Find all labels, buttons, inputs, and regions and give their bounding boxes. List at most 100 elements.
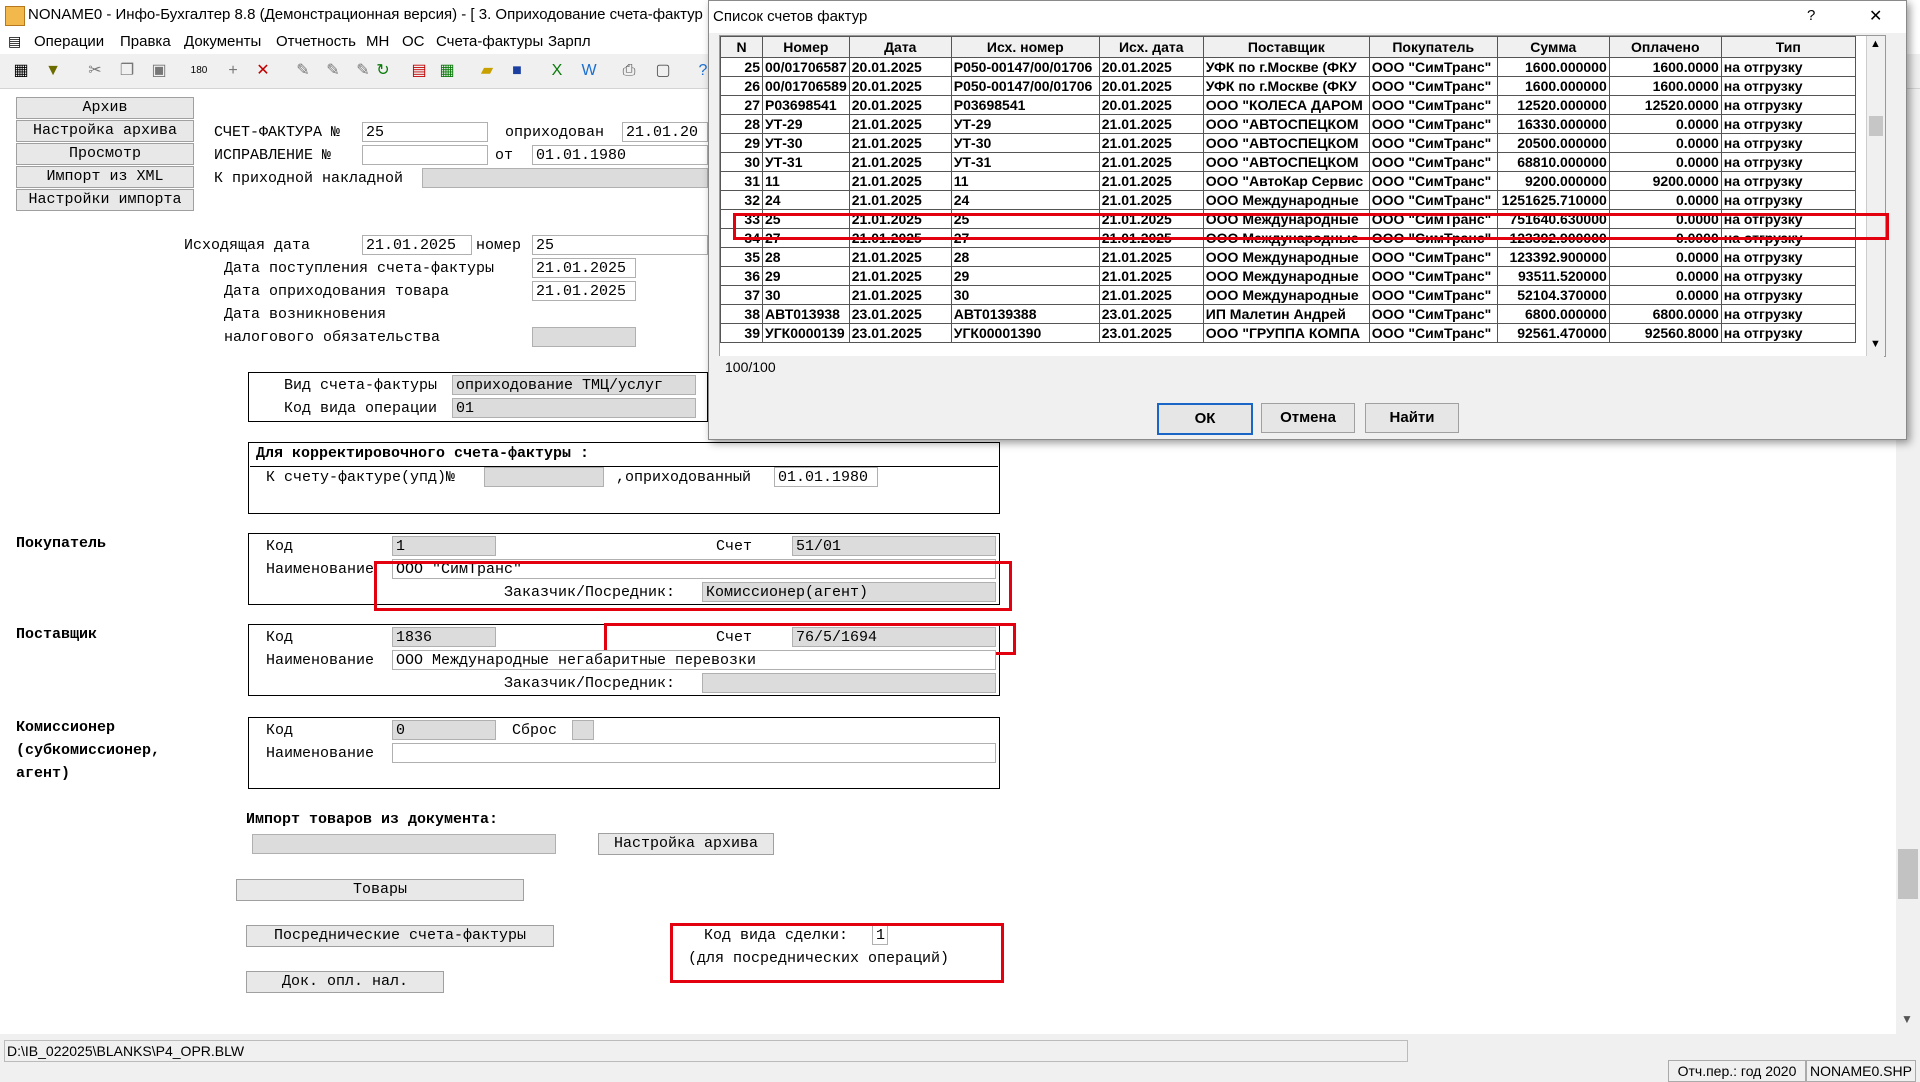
add-icon[interactable]: + [222, 60, 244, 82]
agent-invoices-button[interactable]: Посреднические счета-фактуры [246, 925, 554, 947]
column-header[interactable]: Тип [1720, 36, 1856, 58]
table-row[interactable]: 28 УТ-29 21.01.2025 УТ-29 21.01.2025 ООО "АВТ… [720, 114, 1856, 134]
invoice-kind-field[interactable]: оприходование ТМЦ/услуг [452, 375, 696, 395]
table-row[interactable]: 25 00/01706587 20.01.2025 Р050-00147/00/017… [720, 57, 1856, 77]
scroll-down-icon[interactable]: ▼ [1901, 1012, 1913, 1026]
menu-documents[interactable]: Документы [184, 33, 261, 50]
table-row[interactable]: 36 29 21.01.2025 29 21.01.2025 ООО Международ… [720, 266, 1856, 286]
archive-settings-button[interactable]: Настройка архива [16, 120, 194, 142]
table-row[interactable]: 37 30 21.01.2025 30 21.01.2025 ООО Международ… [720, 285, 1856, 305]
column-header[interactable]: Поставщик [1202, 36, 1370, 58]
goods-date-field[interactable]: 21.01.2025 [532, 281, 636, 301]
print-icon[interactable]: ⎙ [618, 60, 640, 82]
supplier-code-field[interactable]: 1836 [392, 627, 496, 647]
table-row[interactable]: 39 УГК0000139 23.01.2025 УГК00001390 23.01.2… [720, 323, 1856, 343]
table-row[interactable]: 35 28 21.01.2025 28 21.01.2025 ООО Международ… [720, 247, 1856, 267]
corrective-date-field[interactable]: 01.01.1980 [774, 467, 878, 487]
column-header[interactable]: N [720, 36, 763, 58]
posted-date-field[interactable]: 21.01.20 [622, 122, 708, 142]
dialog-close-button[interactable]: ✕ [1869, 6, 1882, 26]
out-date-field[interactable]: 21.01.2025 [362, 235, 472, 255]
table-row[interactable]: 29 УТ-30 21.01.2025 УТ-30 21.01.2025 ООО "АВТ… [720, 133, 1856, 153]
open-folder-icon[interactable]: ▰ [476, 60, 498, 82]
find-button[interactable]: Найти [1365, 403, 1459, 433]
archive-button[interactable]: Архив [16, 97, 194, 119]
goods-button[interactable]: Товары [236, 879, 524, 901]
table-row[interactable]: 38 АВТ013938 23.01.2025 АВТ0139388 23.01.202… [720, 304, 1856, 324]
operation-code-field[interactable]: 01 [452, 398, 696, 418]
table-row[interactable]: 32 24 21.01.2025 24 21.01.2025 ООО Международ… [720, 190, 1856, 210]
tool-c-icon[interactable]: ✎ [352, 60, 374, 82]
paste-icon[interactable]: ▣ [148, 60, 170, 82]
reset-checkbox[interactable] [572, 720, 594, 740]
dialog-scroll-thumb[interactable] [1869, 116, 1883, 136]
main-scroll-thumb[interactable] [1898, 849, 1918, 899]
menu-references[interactable]: Счета-фактуры [436, 33, 543, 50]
column-header[interactable]: Сумма [1496, 36, 1610, 58]
copy-icon[interactable]: ❐ [116, 60, 138, 82]
menu-operations[interactable]: Операции [34, 33, 104, 50]
menu-edit[interactable]: Правка [120, 33, 171, 50]
table-cell: ООО Международные [1202, 247, 1370, 267]
buyer-code-field[interactable]: 1 [392, 536, 496, 556]
filter-icon[interactable]: ▼ [42, 60, 64, 82]
menu-os[interactable]: ОС [402, 33, 425, 50]
table-row[interactable]: 31 11 21.01.2025 11 21.01.2025 ООО "АвтоКар С… [720, 171, 1856, 191]
excel-icon[interactable]: X [546, 60, 568, 82]
doc-payment-button[interactable]: Док. опл. нал. [246, 971, 444, 993]
to-receipt-field[interactable] [422, 168, 708, 188]
import-settings-button[interactable]: Настройки импорта [16, 189, 194, 211]
table-row[interactable]: 27 Р03698541 20.01.2025 Р03698541 20.01.2025… [720, 95, 1856, 115]
column-header[interactable]: Исх. дата [1098, 36, 1204, 58]
cancel-button[interactable]: Отмена [1261, 403, 1355, 433]
column-header[interactable]: Номер [762, 36, 850, 58]
table-row[interactable]: 30 УТ-31 21.01.2025 УТ-31 21.01.2025 ООО "АВТ… [720, 152, 1856, 172]
word-icon[interactable]: W [578, 60, 600, 82]
preview-icon[interactable]: ▢ [652, 60, 674, 82]
calendar-icon[interactable]: ▦ [10, 60, 32, 82]
delete-icon[interactable]: ✕ [252, 60, 274, 82]
supplier-name-field[interactable]: ООО Международные негабаритные перевозки [392, 650, 996, 670]
menu-mn[interactable]: МН [366, 33, 389, 50]
import-xml-button[interactable]: Импорт из XML [16, 166, 194, 188]
refresh-icon[interactable]: ↻ [372, 60, 394, 82]
calculator-icon[interactable]: ▦ [436, 60, 458, 82]
system-menu-icon[interactable]: ▤ [8, 33, 21, 50]
buyer-account-field[interactable]: 51/01 [792, 536, 996, 556]
archive-settings-bottom-button[interactable]: Настройка архива [598, 833, 774, 855]
dialog-help-button[interactable]: ? [1807, 7, 1815, 24]
table-cell: 6800.0000 [1608, 304, 1722, 324]
cut-icon[interactable]: ✂ [84, 60, 106, 82]
correction-date-field[interactable]: 01.01.1980 [532, 145, 708, 165]
ok-button[interactable]: ОК [1157, 403, 1253, 435]
menu-reporting[interactable]: Отчетность [276, 33, 356, 50]
column-header[interactable]: Оплачено [1608, 36, 1722, 58]
menu-invoices[interactable]: Зарпл [548, 33, 591, 50]
table-cell: 30 [950, 285, 1100, 305]
column-header[interactable]: Исх. номер [950, 36, 1100, 58]
table-cell: 68810.000000 [1496, 152, 1610, 172]
import-goods-field[interactable] [252, 834, 556, 854]
dialog-scroll-up-icon[interactable]: ▲ [1870, 38, 1881, 50]
receipt-date-field[interactable]: 21.01.2025 [532, 258, 636, 278]
save-icon[interactable]: ■ [506, 60, 528, 82]
table-cell: ООО "АВТОСПЕЦКОМ [1202, 114, 1370, 134]
column-header[interactable]: Покупатель [1368, 36, 1498, 58]
tool-a-icon[interactable]: ✎ [292, 60, 314, 82]
out-number-field[interactable]: 25 [532, 235, 708, 255]
tax-date-field[interactable] [532, 327, 636, 347]
sort-180-icon[interactable]: 180 [188, 60, 210, 82]
tool-b-icon[interactable]: ✎ [322, 60, 344, 82]
invoice-number-field[interactable]: 25 [362, 122, 488, 142]
corrective-to-field[interactable] [484, 467, 604, 487]
commission-name-field[interactable] [392, 743, 996, 763]
dialog-vertical-scrollbar[interactable]: ▲ ▼ [1866, 36, 1885, 356]
view-button[interactable]: Просмотр [16, 143, 194, 165]
pdf-icon[interactable]: ▤ [408, 60, 430, 82]
dialog-scroll-down-icon[interactable]: ▼ [1870, 338, 1881, 350]
commission-code-field[interactable]: 0 [392, 720, 496, 740]
supplier-customer-field[interactable] [702, 673, 996, 693]
correction-number-field[interactable] [362, 145, 488, 165]
column-header[interactable]: Дата [848, 36, 952, 58]
table-row[interactable]: 26 00/01706589 20.01.2025 Р050-00147/00/017… [720, 76, 1856, 96]
